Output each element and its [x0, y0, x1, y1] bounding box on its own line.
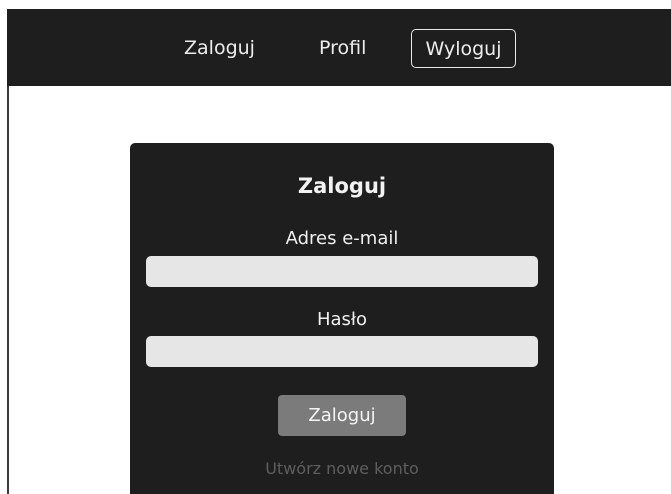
email-label: Adres e-mail: [285, 228, 399, 249]
password-field[interactable]: [146, 336, 538, 367]
frame-edge: [7, 86, 9, 494]
nav-logout-button[interactable]: Wyloguj: [411, 29, 516, 68]
login-card: Zaloguj Adres e-mail Hasło Zaloguj Utwór…: [130, 143, 554, 494]
nav-profile-link[interactable]: Profil: [319, 36, 366, 60]
page: Zaloguj Profil Wyloguj Zaloguj Adres e-m…: [0, 0, 671, 494]
top-navbar: Zaloguj Profil Wyloguj: [7, 9, 671, 86]
nav-login-link[interactable]: Zaloguj: [184, 36, 255, 60]
password-label: Hasło: [316, 309, 368, 330]
email-field[interactable]: [146, 256, 538, 287]
login-title: Zaloguj: [297, 174, 387, 198]
login-submit-button[interactable]: Zaloguj: [278, 395, 406, 436]
create-account-link[interactable]: Utwórz nowe konto: [130, 459, 554, 479]
